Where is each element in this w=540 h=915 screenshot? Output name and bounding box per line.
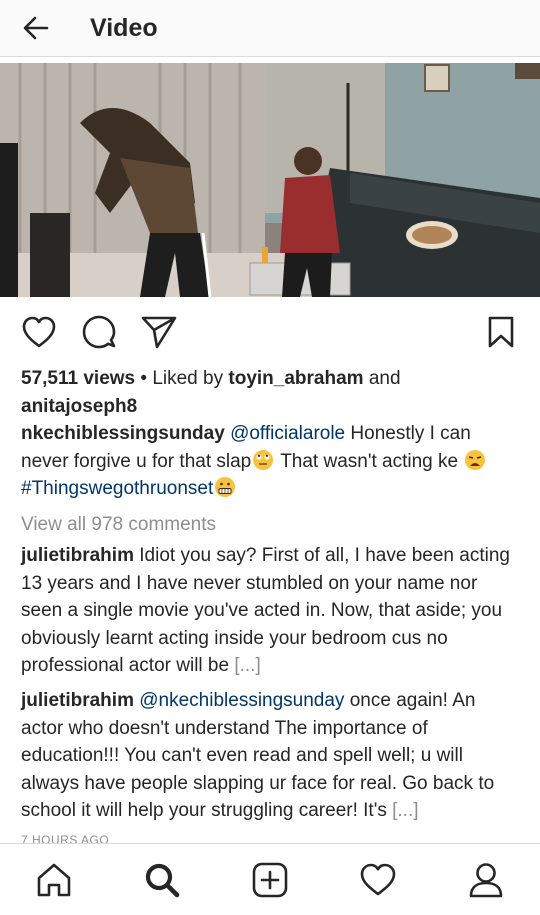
back-button[interactable] — [16, 8, 56, 48]
like-button[interactable] — [18, 311, 60, 353]
views-and-likes: 57,511 views • Liked by toyin_abraham an… — [21, 365, 521, 420]
comment-item: julietibrahim @nkechiblessingsunday once… — [21, 687, 521, 825]
liked-by-and: and — [368, 368, 401, 389]
comment-item: julietibrahim Idiot you say? First of al… — [21, 542, 521, 680]
comment-more-link[interactable]: [...] — [234, 655, 260, 676]
views-count[interactable]: 57,511 views — [21, 368, 135, 389]
video-player[interactable] — [0, 63, 540, 297]
video-frame-image — [0, 63, 540, 297]
page-title: Video — [90, 13, 158, 42]
post-timestamp: 7 HOURS AGO — [21, 833, 110, 843]
top-app-bar: Video — [0, 0, 540, 57]
liked-by-prefix: Liked by — [152, 368, 224, 389]
activity-heart-icon — [360, 863, 396, 896]
comment-button[interactable] — [78, 311, 120, 353]
speech-bubble-icon — [82, 315, 116, 349]
liked-by-user[interactable]: toyin_abraham — [228, 368, 363, 389]
nav-search-button[interactable] — [140, 858, 184, 902]
comment-author[interactable]: julietibrahim — [21, 690, 134, 711]
comment-mention[interactable]: @nkechiblessingsunday — [139, 690, 344, 711]
separator: • — [140, 368, 148, 389]
comment-author[interactable]: julietibrahim — [21, 545, 134, 566]
search-icon — [145, 863, 180, 898]
face-rolling-eyes-emoji — [253, 449, 274, 470]
nav-home-button[interactable] — [32, 858, 76, 902]
share-button[interactable] — [138, 311, 180, 353]
post-caption: nkechiblessingsunday @officialarole Hone… — [21, 420, 521, 503]
home-icon — [37, 863, 71, 897]
add-post-icon — [252, 862, 288, 898]
bottom-navigation-bar — [0, 843, 540, 915]
caption-hashtag[interactable]: #Thingswegothruonset — [21, 478, 213, 499]
nav-new-post-button[interactable] — [248, 858, 292, 902]
arrow-left-icon — [23, 16, 49, 40]
caption-author[interactable]: nkechiblessingsunday — [21, 423, 225, 444]
nav-activity-button[interactable] — [356, 858, 400, 902]
heart-outline-icon — [22, 316, 56, 348]
face-grimacing-emoji — [215, 477, 236, 497]
caption-text-part2: That wasn't acting ke — [280, 450, 459, 472]
liked-by-other[interactable]: anitajoseph8 — [21, 396, 137, 417]
paper-plane-icon — [141, 316, 177, 349]
view-all-comments-link[interactable]: View all 978 comments — [21, 511, 521, 539]
comment-more-link[interactable]: [...] — [392, 800, 418, 821]
nav-profile-button[interactable] — [464, 858, 508, 902]
save-button[interactable] — [480, 311, 522, 353]
post-actions-row — [0, 311, 540, 353]
bookmark-icon — [488, 316, 514, 348]
profile-icon — [469, 863, 503, 898]
face-weary-emoji — [465, 449, 486, 470]
caption-mention[interactable]: @officialarole — [230, 423, 345, 444]
